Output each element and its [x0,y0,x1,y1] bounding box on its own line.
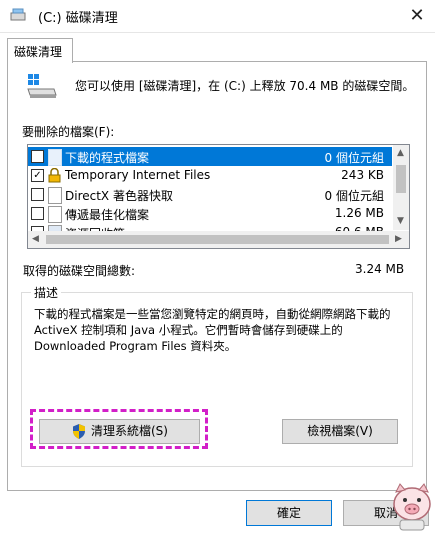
item-checkbox[interactable]: ✓ [31,169,44,182]
item-name: Temporary Internet Files [65,168,211,182]
view-files-button[interactable]: 檢視檔案(V) [282,419,398,444]
file-icon [48,149,62,166]
description-title: 描述 [31,284,62,301]
uac-shield-icon [73,424,85,439]
description-text: 下載的程式檔案是一些當您瀏覽特定的網頁時，自動從網際網路下載的 ActiveX … [34,307,391,353]
item-checkbox[interactable] [31,188,44,201]
lock-icon [48,168,61,183]
scroll-left-arrow-icon[interactable]: ◀ [32,234,39,244]
drive-icon [27,74,57,98]
scroll-up-arrow-icon[interactable]: ▲ [397,148,404,158]
tab-label: 磁碟清理 [14,45,63,59]
free-space-message: 您可以使用 [磁碟清理]，在 (C:) 上釋放 70.4 MB 的磁碟空間。 [75,79,415,93]
list-item[interactable]: ✓ Temporary Internet Files 243 KB [28,166,392,185]
file-icon [48,187,62,204]
item-name: 下載的程式檔案 [65,151,150,165]
list-item[interactable]: ✓ 下載的程式檔案 0 個位元組 [28,147,392,166]
pig-mascot-watermark [393,483,431,531]
item-size: 0 個位元組 [324,189,384,203]
item-size: 243 KB [341,168,384,182]
item-checkbox[interactable] [31,207,44,220]
scroll-right-arrow-icon[interactable]: ▶ [395,234,402,244]
tab-disk-cleanup[interactable]: 磁碟清理 [7,38,73,63]
item-size: 0 個位元組 [324,151,384,165]
file-icon [48,206,62,223]
ok-button[interactable]: 確定 [246,500,332,526]
vertical-scrollbar[interactable]: ▲ ▼ [393,145,409,230]
close-button[interactable]: ✕ [402,2,432,30]
list-item[interactable]: DirectX 著色器快取 0 個位元組 [28,185,392,204]
item-name: 傳遞最佳化檔案 [65,208,150,222]
window-title: (C:) 磁碟清理 [38,11,118,26]
item-checkbox[interactable]: ✓ [31,150,44,163]
scroll-down-arrow-icon[interactable]: ▼ [397,216,404,226]
vertical-scroll-thumb[interactable] [396,165,406,193]
item-name: DirectX 著色器快取 [65,189,173,203]
files-to-delete-list[interactable]: ✓ 下載的程式檔案 0 個位元組 ✓ Temporary Internet Fi… [27,144,410,249]
horizontal-scroll-thumb[interactable] [46,235,389,244]
horizontal-scrollbar[interactable]: ◀ ▶ [28,231,409,248]
clean-system-files-label: 清理系統檔(S) [91,424,168,438]
list-item[interactable]: 傳遞最佳化檔案 1.26 MB [28,204,392,223]
total-space-value: 3.24 MB [355,262,405,276]
files-to-delete-label: 要刪除的檔案(F): [22,125,115,139]
total-space-label: 取得的磁碟空間總數: [23,264,136,278]
item-size: 1.26 MB [334,206,384,220]
clean-system-files-button[interactable]: 清理系統檔(S) [39,419,200,444]
disk-cleanup-app-icon [10,8,26,21]
